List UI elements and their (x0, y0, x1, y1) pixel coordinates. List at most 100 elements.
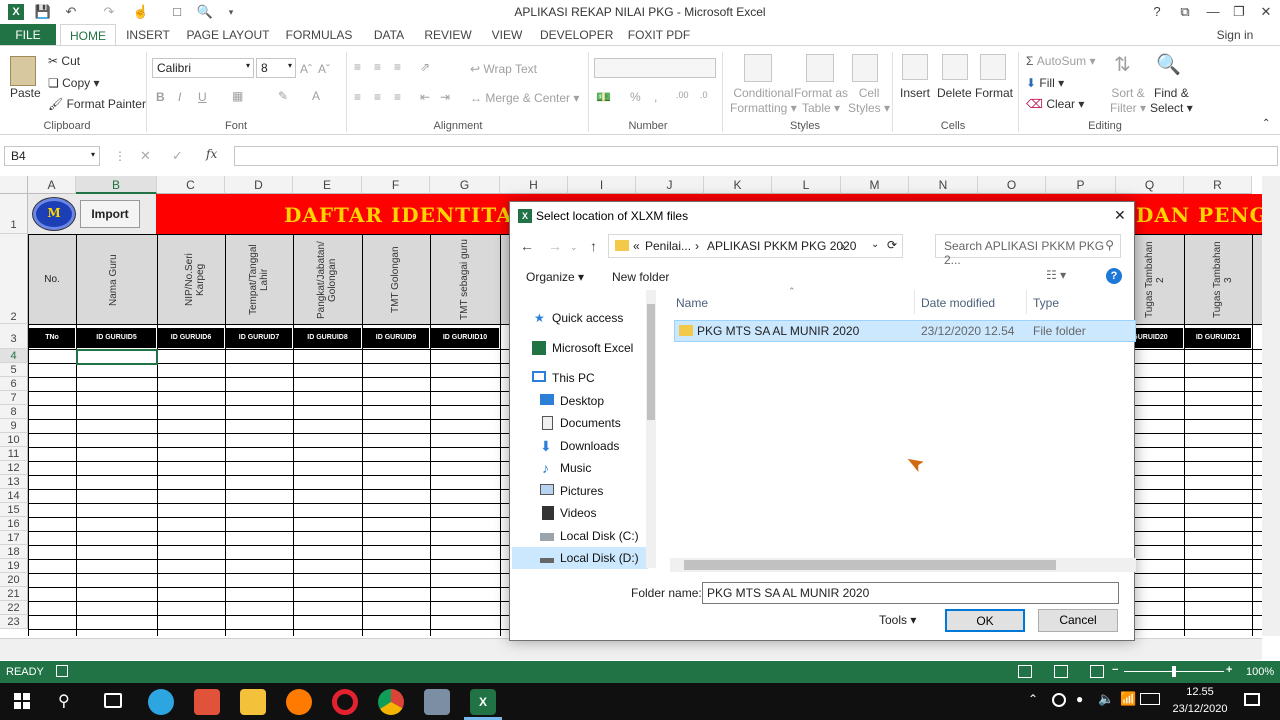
col-header[interactable]: K (704, 176, 772, 194)
nav-music[interactable]: ♪ Music (512, 457, 648, 479)
id-cell[interactable]: ID GURUID10 (431, 328, 499, 348)
row-header[interactable]: 14 (0, 489, 28, 503)
clock-date[interactable]: 23/12/2020 (1168, 703, 1232, 715)
file-hscrollbar-thumb[interactable] (684, 560, 1056, 570)
minimize-icon[interactable]: — (1202, 2, 1224, 22)
row-header[interactable]: 18 (0, 545, 28, 559)
tab-foxit-pdf[interactable]: FOXIT PDF (626, 24, 692, 46)
notification-icon[interactable] (1244, 693, 1260, 706)
font-name-combo[interactable]: Calibri ▾ (152, 58, 254, 78)
tray-icon[interactable] (1052, 693, 1066, 707)
tab-developer[interactable]: DEVELOPER (540, 24, 613, 46)
search-icon[interactable]: ⚲ (58, 691, 70, 711)
row-header[interactable]: 7 (0, 391, 28, 405)
tab-insert[interactable]: INSERT (122, 24, 174, 46)
nav-documents[interactable]: Documents (512, 412, 648, 434)
file-explorer-icon[interactable] (240, 689, 266, 715)
refresh-icon[interactable]: ⟳ (887, 238, 897, 252)
network-icon[interactable]: 📶 (1120, 691, 1136, 707)
page-layout-view-icon[interactable] (1054, 665, 1068, 678)
borders-icon[interactable]: ▦ (232, 89, 243, 103)
align-left-icon[interactable]: ≡ (354, 90, 361, 104)
shrink-font-icon[interactable]: Aˇ (318, 62, 330, 76)
row-header[interactable]: 3 (0, 324, 28, 349)
tab-file[interactable]: FILE (0, 24, 56, 46)
find-select-button[interactable]: Find & Select ▾ (1150, 86, 1193, 116)
row-header[interactable]: 23 (0, 615, 28, 629)
wrap-text-button[interactable]: ↩ Wrap Text (470, 62, 537, 76)
col-header[interactable]: N (909, 176, 978, 194)
clear-button[interactable]: ⌫ Clear ▾ (1026, 97, 1084, 111)
id-cell[interactable]: ID GURUID8 (294, 328, 361, 348)
enter-entry-icon[interactable]: ✓ (172, 148, 183, 164)
zoom-level[interactable]: 100% (1246, 666, 1274, 678)
tab-formulas[interactable]: FORMULAS (284, 24, 354, 46)
merge-center-button[interactable]: ↔ Merge & Center ▾ (470, 91, 579, 105)
row-header[interactable]: 11 (0, 447, 28, 461)
row-header[interactable]: 1 (0, 194, 28, 234)
zoom-slider-thumb[interactable] (1172, 666, 1176, 677)
col-header[interactable]: D (225, 176, 293, 194)
col-header[interactable]: I (568, 176, 636, 194)
cell-styles-icon[interactable] (852, 54, 878, 82)
comma-style-icon[interactable]: , (654, 90, 657, 104)
orientation-icon[interactable]: ⇗ (420, 60, 430, 74)
id-cell[interactable]: TNo (29, 328, 75, 348)
nav-desktop[interactable]: Desktop (512, 390, 648, 412)
tab-view[interactable]: VIEW (488, 24, 526, 46)
delete-cells-icon[interactable] (942, 54, 968, 80)
row-header[interactable]: 22 (0, 601, 28, 615)
task-view-icon[interactable] (104, 693, 122, 708)
row-header[interactable]: 19 (0, 559, 28, 573)
excel-taskbar-icon[interactable]: X (470, 689, 496, 715)
align-top-icon[interactable]: ≡ (354, 60, 361, 74)
insert-function-icon[interactable]: fx (206, 147, 217, 161)
conditional-formatting-icon[interactable] (744, 54, 772, 82)
row-header[interactable]: 5 (0, 363, 28, 377)
nav-scrollbar-thumb[interactable] (647, 304, 655, 420)
view-options-icon[interactable]: ☷ ▾ (1046, 268, 1066, 282)
col-header[interactable]: P (1046, 176, 1116, 194)
decrease-indent-icon[interactable]: ⇤ (420, 90, 430, 104)
increase-indent-icon[interactable]: ⇥ (440, 90, 450, 104)
row-header[interactable]: 16 (0, 517, 28, 531)
italic-icon[interactable]: I (178, 90, 181, 104)
app-icon[interactable] (194, 689, 220, 715)
bold-icon[interactable]: B (156, 90, 165, 104)
row-header[interactable]: 9 (0, 419, 28, 433)
breadcrumb-separator[interactable]: › (841, 239, 845, 253)
breadcrumb-aplikasi[interactable]: APLIKASI PKKM PKG 2020 (707, 239, 856, 253)
nav-downloads[interactable]: ⬇ Downloads (512, 435, 648, 457)
accounting-format-icon[interactable]: 💵 (596, 90, 611, 104)
cancel-entry-icon[interactable]: ✕ (140, 148, 151, 164)
keyboard-icon[interactable] (1140, 693, 1160, 705)
format-as-table-label[interactable]: Format as Table ▾ (794, 86, 848, 116)
row-header[interactable]: 13 (0, 475, 28, 489)
name-box[interactable]: B4 ▾ (4, 146, 100, 166)
organize-button[interactable]: Organize ▾ (526, 270, 584, 284)
id-cell[interactable]: ID GURUID5 (77, 328, 156, 348)
nav-pictures[interactable]: Pictures (512, 480, 648, 502)
collapse-ribbon-icon[interactable]: ⌃ (1262, 118, 1270, 129)
folder-name-input[interactable]: PKG MTS SA AL MUNIR 2020 (702, 582, 1119, 604)
id-cell[interactable]: ID GURUID9 (363, 328, 429, 348)
grow-font-icon[interactable]: Aˆ (300, 62, 312, 76)
formula-input[interactable] (234, 146, 1278, 166)
telegram-icon[interactable] (148, 689, 174, 715)
windows-start-icon[interactable] (14, 693, 30, 709)
tab-page-layout[interactable]: PAGE LAYOUT (186, 24, 270, 46)
row-header[interactable]: 15 (0, 503, 28, 517)
format-cells-button[interactable]: Format (975, 86, 1013, 100)
tools-button[interactable]: Tools ▾ (879, 613, 916, 627)
row-header[interactable]: 21 (0, 587, 28, 601)
import-button[interactable]: Import (80, 200, 140, 228)
format-painter-button[interactable]: 🖌 Format Painter (48, 97, 146, 111)
font-color-icon[interactable]: A (312, 89, 320, 103)
col-header[interactable]: G (430, 176, 500, 194)
nav-quick-access[interactable]: ★ Quick access (512, 307, 648, 329)
col-header[interactable]: H (500, 176, 568, 194)
nav-microsoft-excel[interactable]: Microsoft Excel (512, 337, 648, 359)
insert-cells-icon[interactable] (902, 54, 928, 80)
conditional-formatting-label[interactable]: Conditional Formatting ▾ (730, 86, 797, 116)
tab-data[interactable]: DATA (368, 24, 410, 46)
